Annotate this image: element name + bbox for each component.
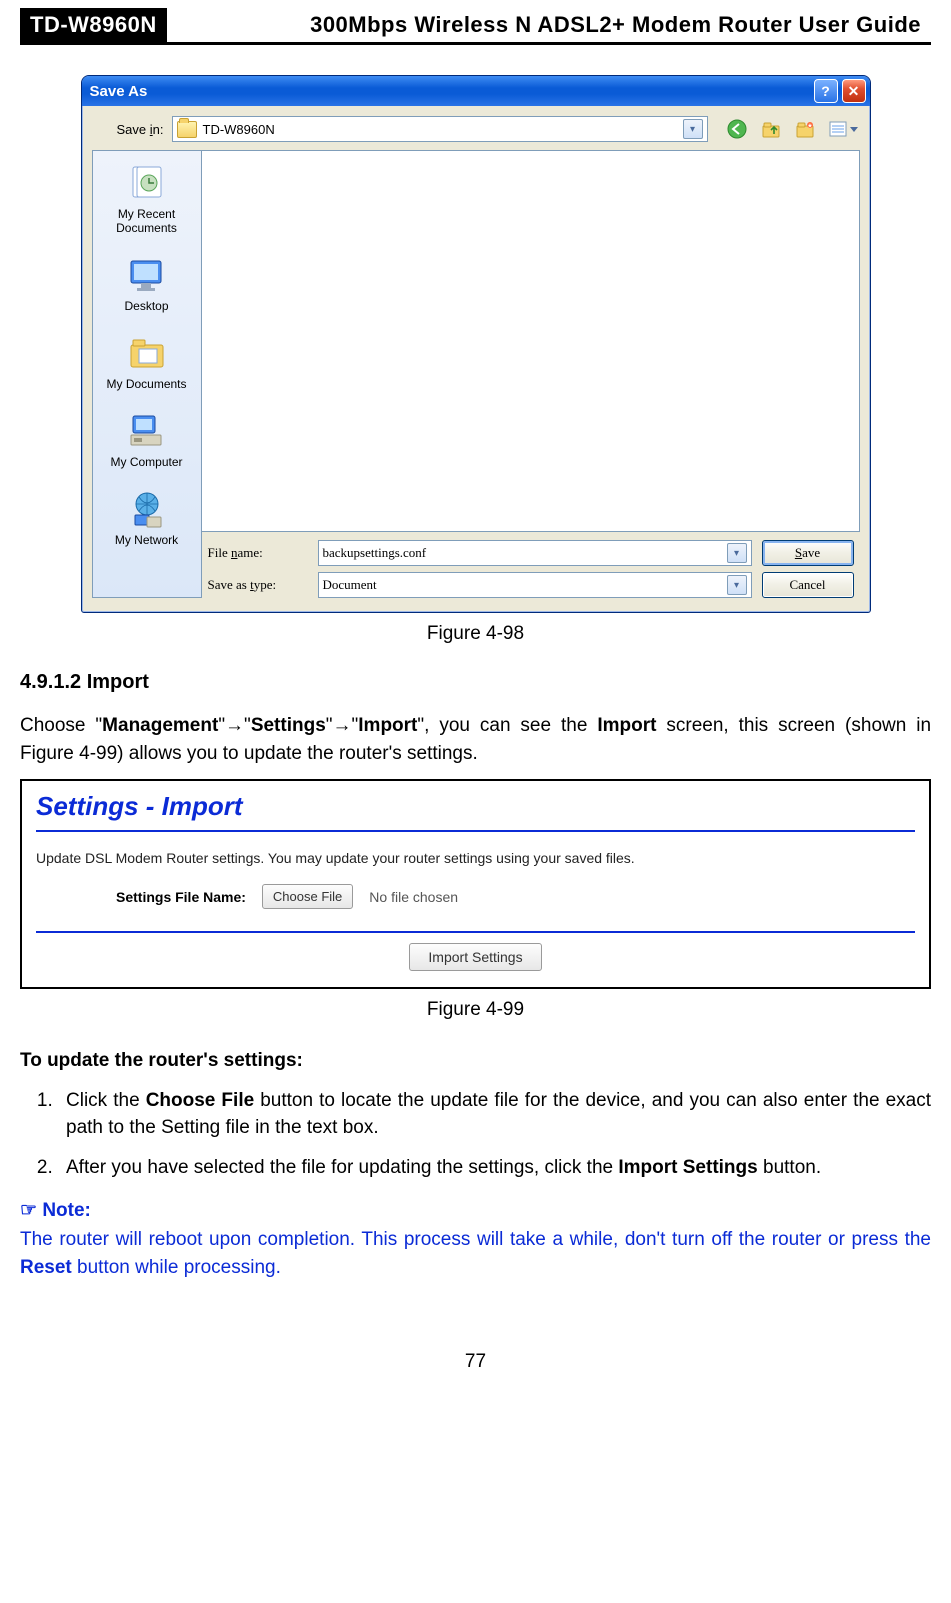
new-folder-icon[interactable]: ★ (794, 118, 816, 140)
divider (36, 830, 915, 832)
recent-documents-icon (127, 163, 167, 203)
save-in-combo[interactable]: TD-W8960N ▾ (172, 116, 708, 142)
place-network[interactable]: My Network (115, 489, 178, 547)
step-1: Click the Choose File button to locate t… (58, 1087, 931, 1142)
note-body: The router will reboot upon completion. … (20, 1226, 931, 1281)
place-desktop[interactable]: Desktop (124, 255, 168, 313)
file-name-value: backupsettings.conf (323, 545, 427, 561)
choose-file-button[interactable]: Choose File (262, 884, 353, 909)
figure-98-caption: Figure 4-98 (20, 623, 931, 645)
update-heading: To update the router's settings: (20, 1047, 931, 1075)
my-documents-icon (127, 333, 167, 373)
file-listing[interactable] (202, 150, 860, 532)
place-label: Desktop (124, 299, 168, 313)
header-model: TD-W8960N (20, 8, 167, 42)
save-button[interactable]: Save (762, 540, 854, 566)
intro-paragraph: Choose "Management"→"Settings"→"Import",… (20, 712, 931, 767)
save-type-combo[interactable]: Document ▾ (318, 572, 752, 598)
chevron-down-icon[interactable]: ▾ (683, 119, 703, 139)
save-as-dialog: Save As ? ✕ Save in: TD-W8960N ▾ (81, 75, 871, 613)
place-mycomputer[interactable]: My Computer (110, 411, 182, 469)
header-title: 300Mbps Wireless N ADSL2+ Modem Router U… (167, 8, 931, 42)
network-icon (127, 489, 167, 529)
my-computer-icon (127, 411, 167, 451)
back-icon[interactable] (726, 118, 748, 140)
steps-list: Click the Choose File button to locate t… (20, 1087, 931, 1182)
place-recent[interactable]: My Recent Documents (97, 163, 197, 235)
desktop-icon (127, 255, 167, 295)
places-bar: My Recent Documents Desktop (92, 150, 202, 598)
up-one-level-icon[interactable] (760, 118, 782, 140)
step-2: After you have selected the file for upd… (58, 1154, 931, 1182)
save-type-label: Save as type: (208, 577, 308, 593)
file-name-label: File name: (208, 545, 308, 561)
close-icon: ✕ (848, 83, 860, 100)
doc-header: TD-W8960N 300Mbps Wireless N ADSL2+ Mode… (20, 8, 931, 45)
save-in-value: TD-W8960N (203, 122, 677, 137)
place-label: My Documents (106, 377, 186, 391)
no-file-text: No file chosen (369, 889, 458, 905)
note-heading: ☞ Note: (20, 1199, 931, 1222)
panel-description: Update DSL Modem Router settings. You ma… (36, 850, 915, 866)
panel-heading: Settings - Import (36, 791, 915, 822)
place-label: My Recent Documents (97, 207, 197, 235)
save-in-label: Save in: (92, 122, 164, 137)
dialog-titlebar: Save As ? ✕ (82, 76, 870, 106)
folder-icon (177, 121, 197, 138)
settings-import-panel: Settings - Import Update DSL Modem Route… (20, 779, 931, 989)
view-menu-icon[interactable] (828, 118, 860, 140)
place-label: My Network (115, 533, 178, 547)
chevron-down-icon[interactable]: ▾ (727, 575, 747, 595)
settings-file-label: Settings File Name: (116, 889, 246, 905)
divider (36, 931, 915, 933)
section-heading: 4.9.1.2 Import (20, 671, 931, 694)
pointing-hand-icon: ☞ (20, 1200, 37, 1221)
help-button[interactable]: ? (814, 79, 838, 103)
import-settings-button[interactable]: Import Settings (409, 943, 541, 971)
dialog-title: Save As (90, 83, 810, 100)
file-name-input[interactable]: backupsettings.conf ▾ (318, 540, 752, 566)
help-icon: ? (821, 83, 830, 99)
place-label: My Computer (110, 455, 182, 469)
chevron-down-icon[interactable]: ▾ (727, 543, 747, 563)
cancel-button[interactable]: Cancel (762, 572, 854, 598)
place-mydocs[interactable]: My Documents (106, 333, 186, 391)
page-number: 77 (20, 1351, 931, 1373)
save-type-value: Document (323, 577, 377, 593)
svg-text:★: ★ (807, 123, 812, 130)
close-button[interactable]: ✕ (842, 79, 866, 103)
figure-99-caption: Figure 4-99 (20, 999, 931, 1021)
